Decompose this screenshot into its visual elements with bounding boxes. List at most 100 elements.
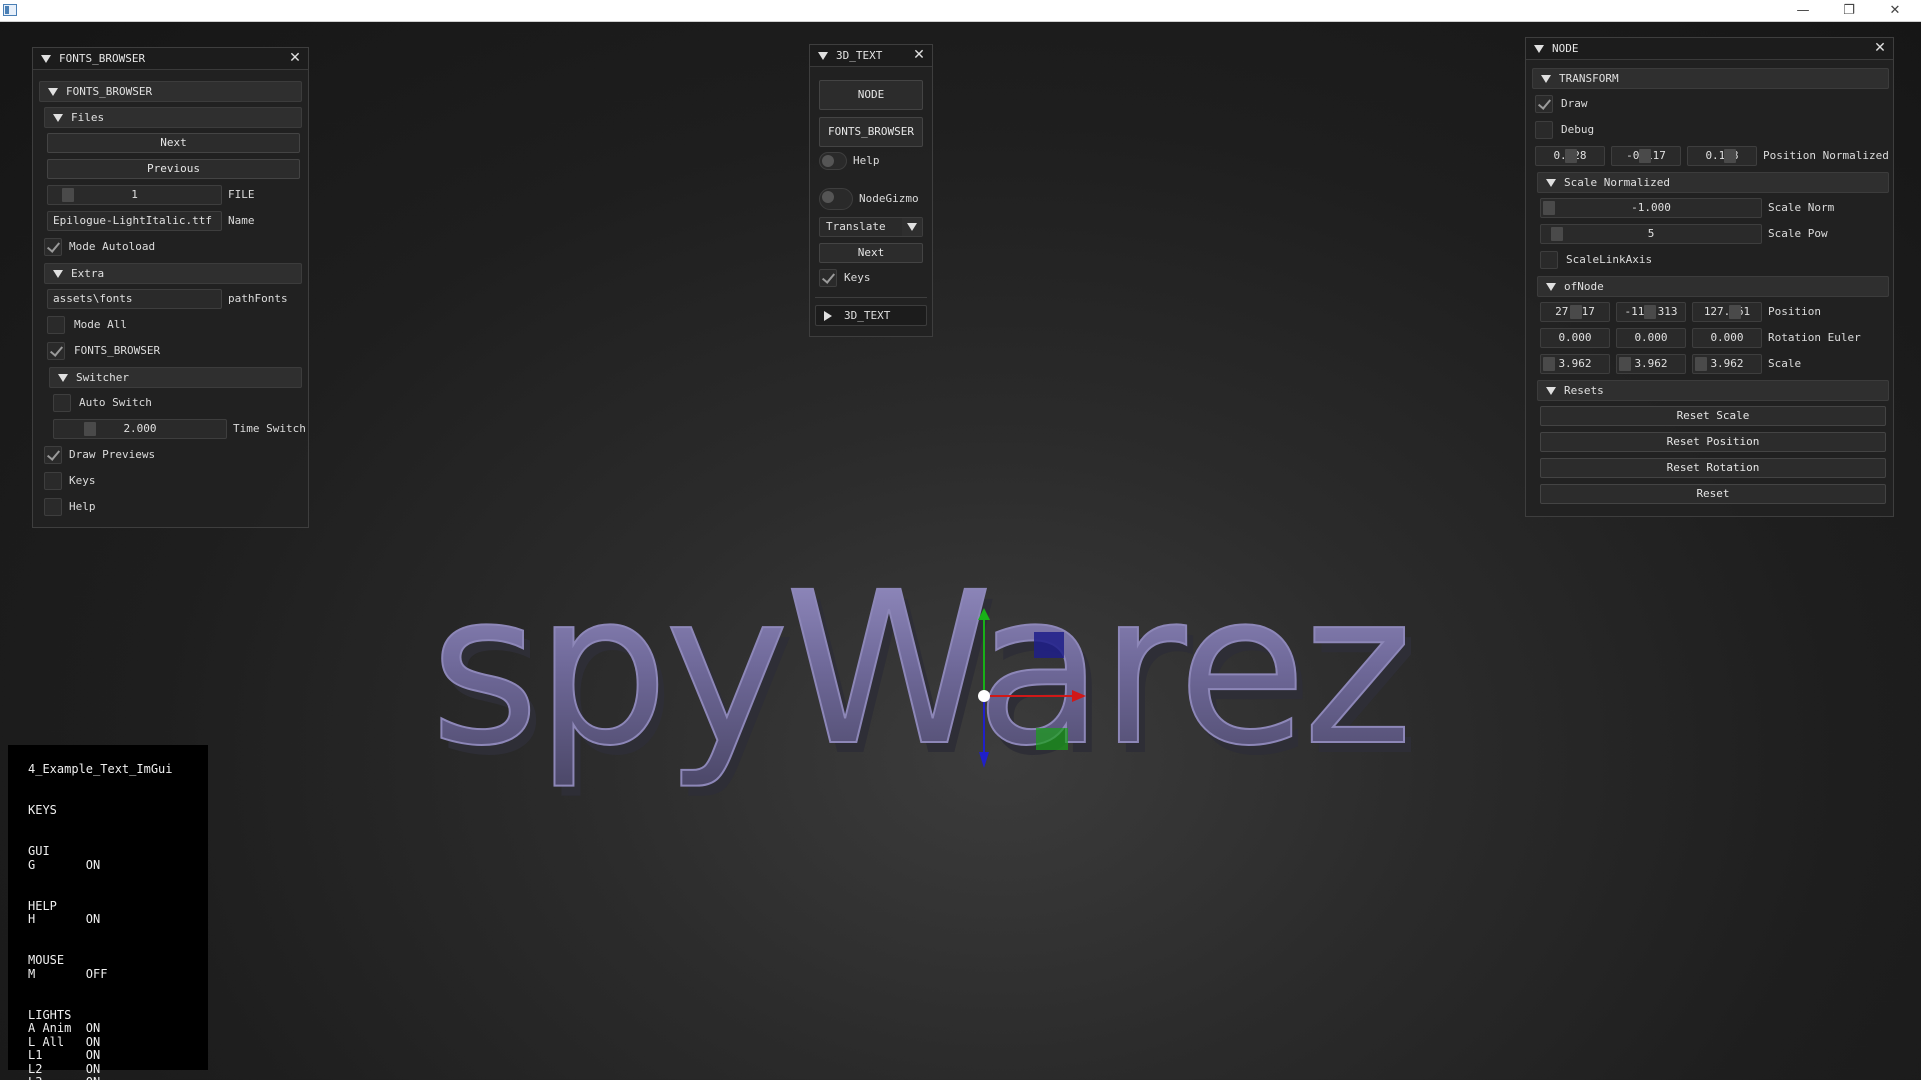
- value: 0.000: [1710, 331, 1744, 344]
- section-scale-normalized[interactable]: Scale Normalized: [1537, 172, 1889, 193]
- 3d-text-titlebar[interactable]: 3D_TEXT ✕: [810, 45, 932, 67]
- fonts-browser-button[interactable]: FONTS_BROWSER: [819, 117, 923, 147]
- previous-button[interactable]: Previous: [47, 159, 300, 179]
- position-x[interactable]: 27.717: [1540, 302, 1610, 322]
- fonts-browser-titlebar[interactable]: FONTS_BROWSER ✕: [33, 48, 308, 70]
- nodegizmo-toggle[interactable]: [819, 188, 853, 210]
- reset-rotation-button[interactable]: Reset Rotation: [1540, 458, 1886, 478]
- keys-heading: KEYS: [28, 803, 57, 817]
- reset-button[interactable]: Reset: [1540, 484, 1886, 504]
- mode-all-checkbox[interactable]: [47, 316, 65, 334]
- pos-norm-z[interactable]: 0.128: [1687, 146, 1757, 166]
- 3d-text-extrusion: spyWarez: [437, 557, 1416, 802]
- slider-grab[interactable]: [1619, 357, 1631, 371]
- minimize-icon[interactable]: —: [1780, 0, 1826, 22]
- next-button[interactable]: Next: [819, 243, 923, 263]
- slider-grab[interactable]: [62, 188, 74, 202]
- position-label: Position: [1768, 305, 1821, 318]
- slider-grab[interactable]: [1724, 149, 1736, 163]
- slider-grab[interactable]: [1551, 227, 1563, 241]
- help-checkbox[interactable]: [44, 498, 62, 516]
- scale-y[interactable]: 3.962: [1616, 354, 1686, 374]
- slider-grab[interactable]: [1644, 305, 1656, 319]
- keys-checkbox[interactable]: [819, 269, 837, 287]
- slider-grab[interactable]: [1543, 201, 1555, 215]
- slider-grab[interactable]: [1570, 305, 1582, 319]
- time-switch-slider[interactable]: 2.000: [53, 419, 227, 439]
- scale-norm-slider[interactable]: -1.000: [1540, 198, 1762, 218]
- slider-grab[interactable]: [1565, 149, 1577, 163]
- slider-grab[interactable]: [1543, 357, 1555, 371]
- scale-x[interactable]: 3.962: [1540, 354, 1610, 374]
- mouse-heading: MOUSE: [28, 953, 65, 967]
- reset-scale-button[interactable]: Reset Scale: [1540, 406, 1886, 426]
- collapse-icon[interactable]: [818, 51, 828, 60]
- font-name-field[interactable]: Epilogue-LightItalic.ttf: [47, 211, 222, 231]
- node-titlebar[interactable]: NODE ✕: [1526, 38, 1893, 60]
- section-switcher[interactable]: Switcher: [49, 367, 302, 388]
- mode-autoload-checkbox[interactable]: [44, 238, 62, 256]
- scale-z[interactable]: 3.962: [1692, 354, 1762, 374]
- gizmo-xy-plane: [1034, 632, 1064, 658]
- gizmo-z-arrow: [979, 752, 989, 768]
- section-files[interactable]: Files: [44, 107, 302, 128]
- collapse-icon: [53, 113, 63, 122]
- collapse-icon: [58, 373, 68, 382]
- scale-pow-slider[interactable]: 5: [1540, 224, 1762, 244]
- close-icon[interactable]: ✕: [288, 51, 302, 65]
- keys-label: Keys: [844, 271, 871, 284]
- help-label: Help: [69, 500, 96, 513]
- app-icon: [3, 4, 17, 16]
- close-icon[interactable]: ✕: [912, 48, 926, 62]
- panel-title: NODE: [1552, 42, 1579, 55]
- collapse-icon[interactable]: [41, 54, 51, 63]
- gui-heading: GUI: [28, 844, 50, 858]
- collapse-icon[interactable]: [1534, 44, 1544, 53]
- section-transform[interactable]: TRANSFORM: [1532, 68, 1889, 89]
- file-index-slider[interactable]: 1: [47, 185, 222, 205]
- section-ofnode[interactable]: ofNode: [1537, 276, 1889, 297]
- pos-norm-x[interactable]: 0.028: [1535, 146, 1605, 166]
- position-z[interactable]: 127.561: [1692, 302, 1762, 322]
- slider-grab[interactable]: [84, 422, 96, 436]
- draw-checkbox[interactable]: [1535, 95, 1553, 113]
- pos-norm-y[interactable]: -0.117: [1611, 146, 1681, 166]
- slider-grab[interactable]: [1639, 149, 1651, 163]
- time-switch-label: Time Switch: [233, 422, 306, 435]
- rotation-z[interactable]: 0.000: [1692, 328, 1762, 348]
- close-window-icon[interactable]: ✕: [1872, 0, 1918, 22]
- scale-link-axis-checkbox[interactable]: [1540, 251, 1558, 269]
- help-toggle[interactable]: [819, 152, 847, 170]
- auto-switch-checkbox[interactable]: [53, 394, 71, 412]
- section-3d-text-collapsed[interactable]: 3D_TEXT: [815, 305, 927, 326]
- mouse-key-row: M OFF: [28, 966, 108, 981]
- section-label: FONTS_BROWSER: [66, 85, 153, 98]
- section-extra[interactable]: Extra: [44, 263, 302, 284]
- path-fonts-field[interactable]: assets\fonts: [47, 289, 222, 309]
- draw-previews-checkbox[interactable]: [44, 446, 62, 464]
- rotation-y[interactable]: 0.000: [1616, 328, 1686, 348]
- chevron-down-icon[interactable]: [902, 218, 922, 236]
- slider-grab[interactable]: [1695, 357, 1707, 371]
- keys-checkbox[interactable]: [44, 472, 62, 490]
- next-button[interactable]: Next: [47, 133, 300, 153]
- position-y[interactable]: -117.313: [1616, 302, 1686, 322]
- collapse-icon: [48, 87, 58, 96]
- gui-key-row: G ON: [28, 857, 101, 872]
- translate-gizmo[interactable]: [978, 608, 1086, 768]
- gizmo-mode-combo[interactable]: Translate: [819, 217, 923, 237]
- section-resets[interactable]: Resets: [1537, 380, 1889, 401]
- value: 127.561: [1703, 305, 1751, 318]
- restore-icon[interactable]: ❐: [1826, 0, 1872, 22]
- expand-icon: [824, 310, 832, 321]
- debug-checkbox[interactable]: [1535, 121, 1553, 139]
- close-icon[interactable]: ✕: [1873, 41, 1887, 55]
- fonts-browser-checkbox[interactable]: [47, 342, 65, 360]
- position-normalized-label: Position Normalized: [1763, 149, 1889, 162]
- section-fonts-browser[interactable]: FONTS_BROWSER: [39, 81, 302, 102]
- node-button[interactable]: NODE: [819, 80, 923, 110]
- slider-grab[interactable]: [1729, 305, 1741, 319]
- rotation-x[interactable]: 0.000: [1540, 328, 1610, 348]
- help-label: Help: [853, 154, 880, 167]
- reset-position-button[interactable]: Reset Position: [1540, 432, 1886, 452]
